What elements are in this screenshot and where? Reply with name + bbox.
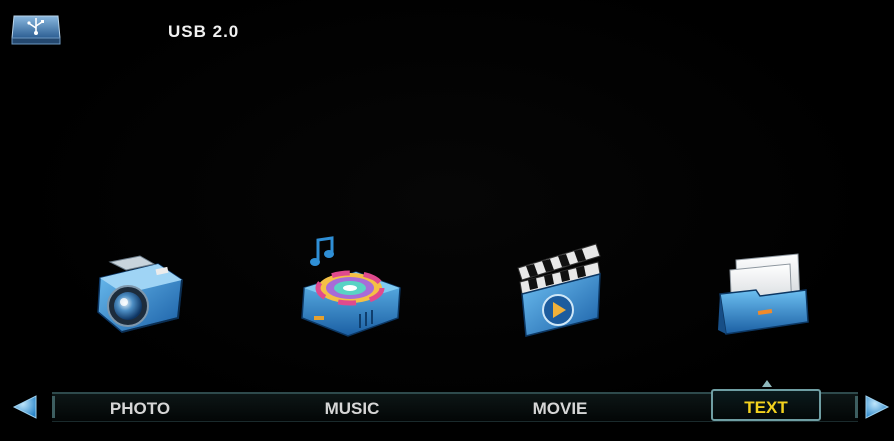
arrow-left-icon[interactable] <box>10 392 40 422</box>
tab-movie[interactable]: MOVIE <box>508 396 612 422</box>
tab-text[interactable]: TEXT <box>711 389 821 421</box>
clapperboard-icon[interactable] <box>512 238 608 338</box>
usb-drive-icon <box>11 15 61 45</box>
tab-photo[interactable]: PHOTO <box>88 396 192 422</box>
arrow-right-icon[interactable] <box>862 392 892 422</box>
camera-icon[interactable] <box>92 250 188 336</box>
selection-pointer-icon <box>762 380 772 387</box>
music-disc-icon[interactable] <box>298 236 404 338</box>
tab-music[interactable]: MUSIC <box>300 396 404 422</box>
usb-device-indicator <box>10 8 62 48</box>
folder-document-icon[interactable] <box>716 250 812 338</box>
usb-version-label: USB 2.0 <box>168 22 240 41</box>
